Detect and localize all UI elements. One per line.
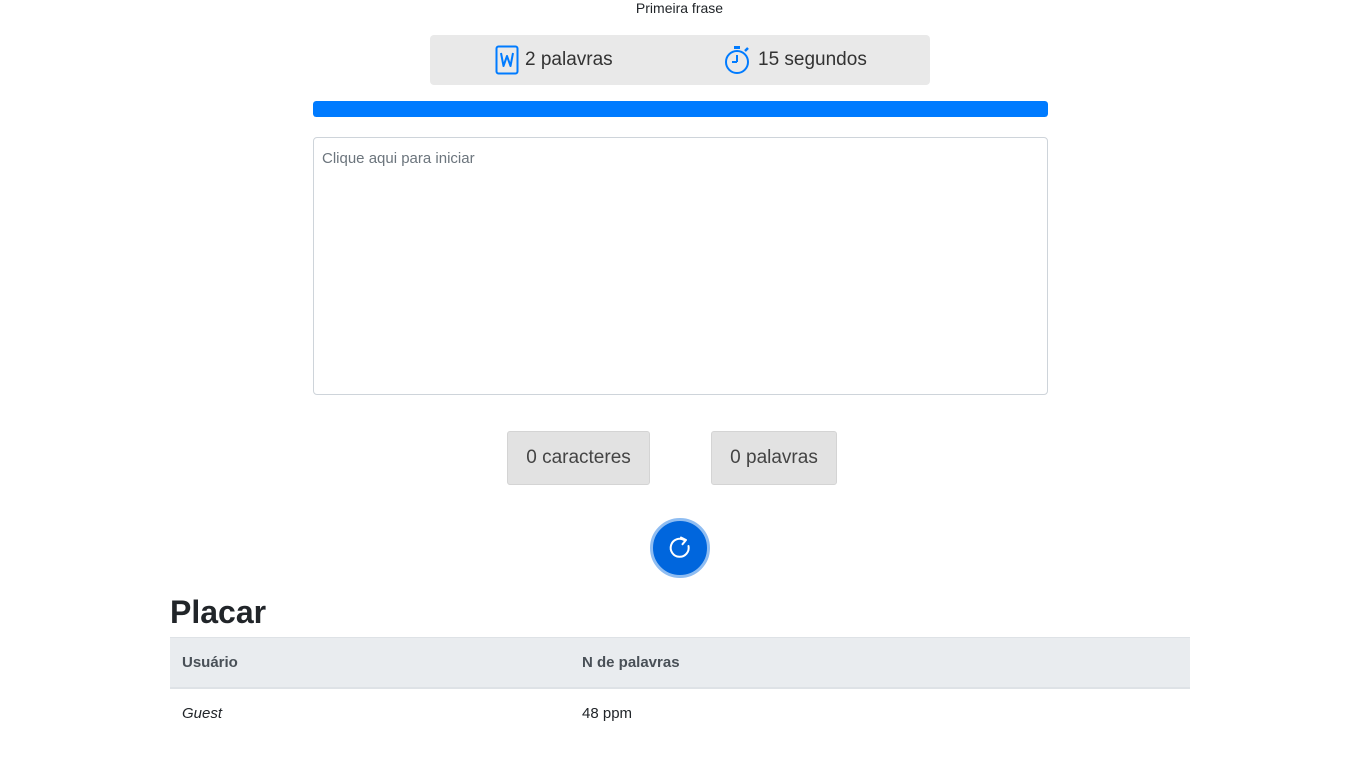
word-document-icon: [495, 45, 519, 75]
table-header-row: Usuário N de palavras: [170, 637, 1190, 689]
word-count-label: 2 palavras: [525, 49, 613, 70]
row-score: 48 ppm: [582, 704, 633, 722]
scoreboard-title: Placar: [170, 594, 267, 630]
column-header-user: Usuário: [170, 637, 570, 689]
row-user: Guest: [182, 704, 223, 722]
time-stat: 15 segundos: [724, 35, 867, 85]
word-count-stat: 2 palavras: [495, 35, 613, 85]
restart-icon: [669, 536, 690, 558]
character-counter: 0 caracteres: [507, 431, 650, 485]
progress-bar: [313, 101, 1048, 117]
stopwatch-icon: [725, 46, 749, 74]
restart-button[interactable]: [650, 518, 710, 578]
progress-fill: [313, 101, 1048, 117]
typing-input[interactable]: [313, 137, 1048, 395]
column-header-words: N de palavras: [570, 637, 1190, 689]
phrase-text: Primeira frase: [635, 0, 724, 16]
time-label: 15 segundos: [758, 49, 867, 70]
word-counter: 0 palavras: [711, 431, 837, 485]
stats-bar: 2 palavras 15 segundos: [430, 35, 930, 85]
table-row: Guest 48 ppm: [170, 688, 1190, 738]
scoreboard-table: Usuário N de palavras Guest 48 ppm: [170, 637, 1190, 738]
